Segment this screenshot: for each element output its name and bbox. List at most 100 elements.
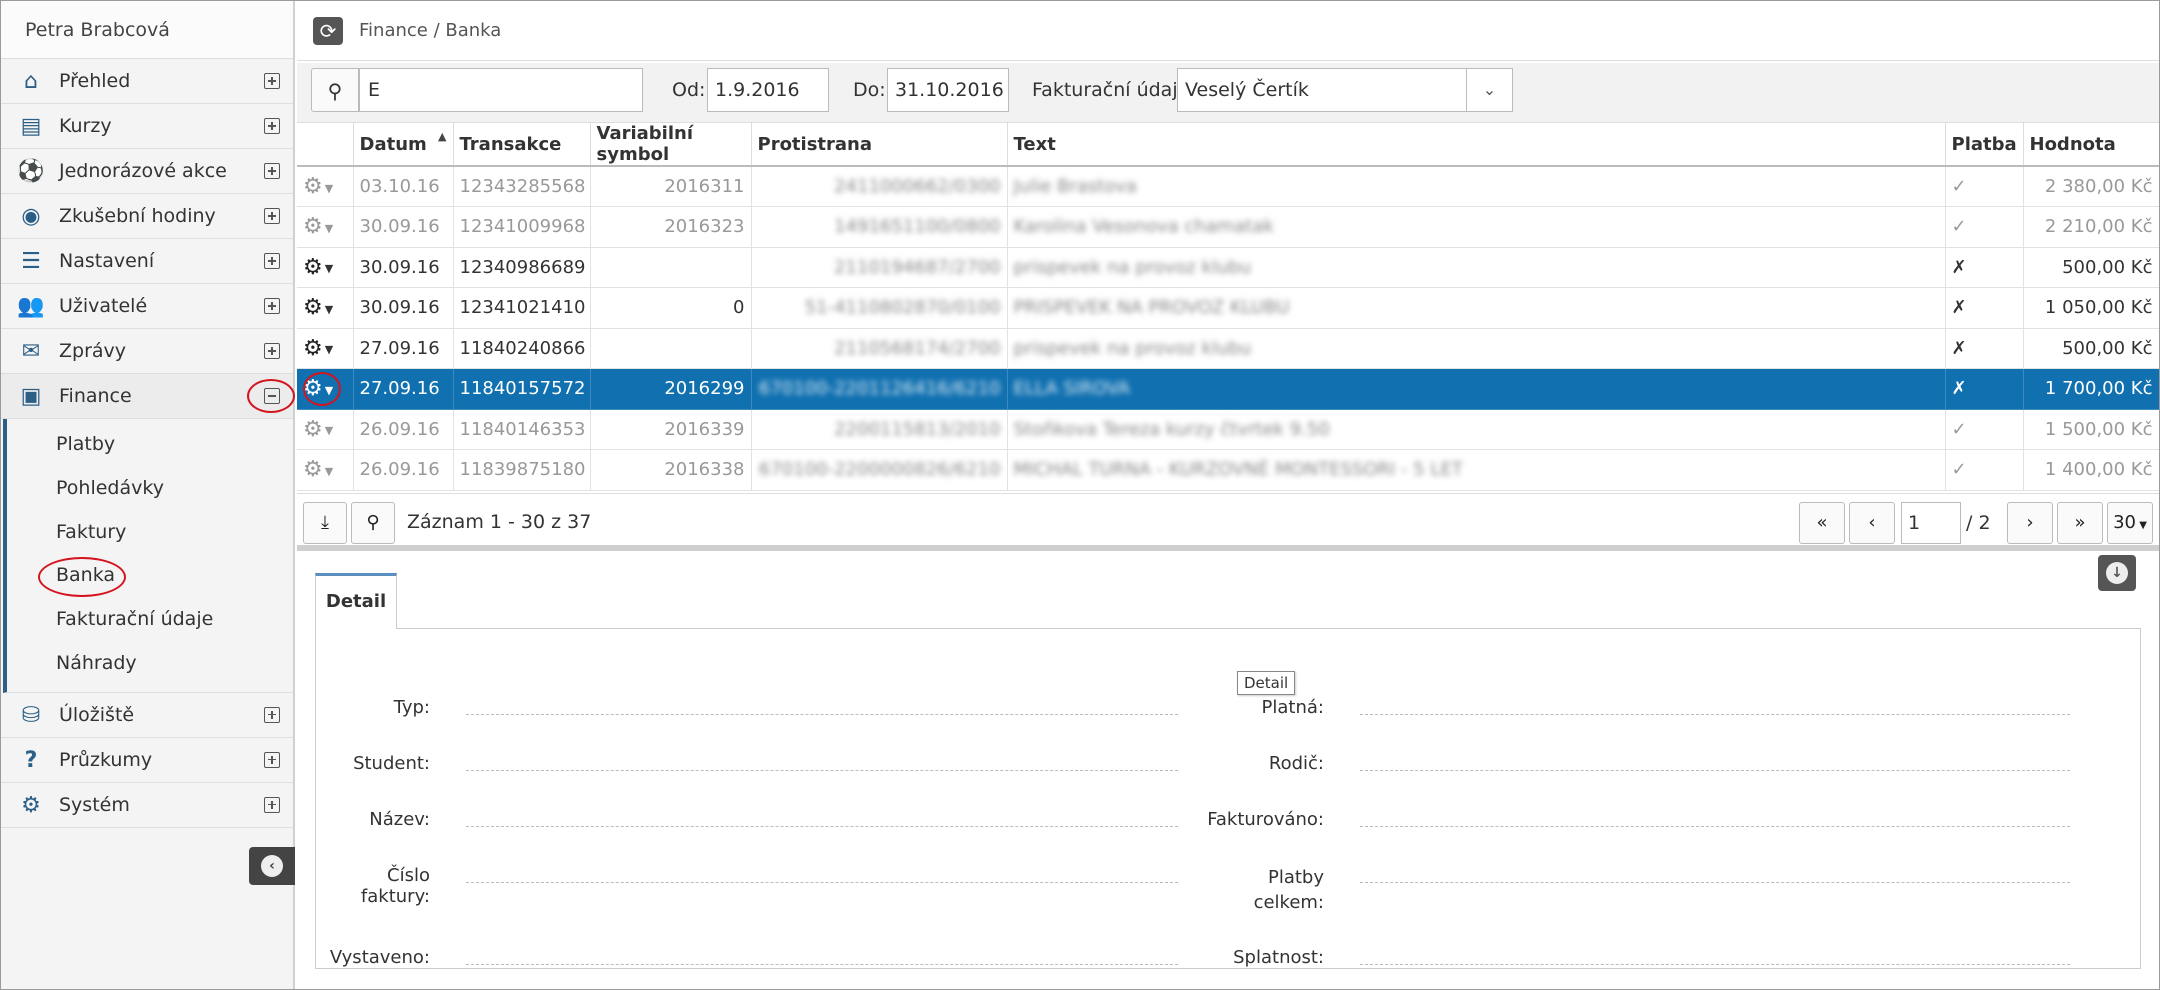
cell-protistrana: 2411000662/0300 (751, 166, 1008, 207)
nav-item-zpravy[interactable]: ✉ Zprávy (1, 329, 293, 374)
chevron-left-icon: ‹ (1868, 512, 1876, 533)
expand-icon[interactable] (264, 706, 280, 723)
column-header-label: Datum (359, 133, 427, 155)
detail-value-student (466, 769, 1178, 771)
nav-item-prehled[interactable]: ⌂ Přehled (1, 59, 293, 104)
home-icon: ⌂ (24, 69, 38, 94)
app-window: Petra Brabcová ⌂ Přehled ▤ Kurzy ⚽ Jedno… (0, 0, 2160, 990)
caret-down-icon: ▼ (324, 464, 334, 478)
table-row[interactable]: ⚙ ▼ 27.09.16 11840157572 2016299 670100-22011… (297, 368, 2159, 410)
row-actions-cell[interactable]: ⚙ ▼ (297, 368, 354, 410)
search-input[interactable]: E (359, 68, 643, 112)
nav-item-jednorazove-akce[interactable]: ⚽ Jednorázové akce (1, 149, 293, 194)
chevron-down-icon[interactable]: ⌄ (1466, 69, 1512, 111)
cell-value: 670100-2201126416/6210 (758, 378, 1001, 400)
first-page-button[interactable]: « (1799, 502, 1845, 544)
user-name[interactable]: Petra Brabcová (1, 1, 293, 59)
table-row[interactable]: ⚙ ▼ 30.09.16 12340986689 2110194687/2700 pris… (297, 247, 2159, 288)
nav-item-pruzkumy[interactable]: ? Průzkumy (1, 738, 293, 783)
row-actions-cell[interactable]: ⚙ ▼ (297, 247, 354, 288)
page-number-input[interactable]: 1 (1901, 502, 1961, 544)
cell-text: Julie Brastova (1007, 166, 1946, 207)
table-row[interactable]: ⚙ ▼ 27.09.16 11840240866 2110568174/2700 pris… (297, 328, 2159, 369)
nav-item-finance[interactable]: ▣ Finance (1, 374, 295, 419)
expand-icon[interactable] (264, 163, 280, 179)
row-actions-cell[interactable]: ⚙ ▼ (297, 409, 354, 450)
column-header-hodnota[interactable]: Hodnota (2023, 123, 2159, 167)
submenu-item-nahrady[interactable]: Náhrady (7, 642, 293, 686)
row-actions-cell[interactable]: ⚙ ▼ (297, 287, 354, 329)
cell-value: prispevek na provoz klubu (1013, 256, 1252, 278)
detail-value-nazev (466, 825, 1178, 827)
nav-item-zkusebni-hodiny[interactable]: ◉ Zkušební hodiny (1, 194, 293, 239)
table-body: ⚙ ▼ 03.10.16 12343285568 2016311 2411000662/0… (297, 166, 2159, 491)
next-page-button[interactable]: › (2007, 502, 2053, 544)
gear-icon: ⚙ (303, 174, 323, 199)
collapse-sidebar-button[interactable]: ‹ (249, 847, 295, 885)
column-header-datum[interactable]: Datum ▲ (353, 123, 454, 167)
expand-icon[interactable] (264, 796, 280, 813)
submenu-item-platby[interactable]: Platby (7, 423, 293, 467)
column-header-transakce[interactable]: Transakce (453, 123, 591, 167)
nav-item-uzivatele[interactable]: 👥 Uživatelé (1, 284, 293, 329)
submenu-item-pohledavky[interactable]: Pohledávky (7, 467, 293, 511)
table-header-row: Datum ▲ Transakce Variabilní symbol Proti… (297, 123, 2159, 167)
cell-datum: 30.09.16 (353, 247, 454, 288)
table-search-button[interactable]: ⚲ (351, 502, 395, 544)
tab-detail[interactable]: Detail (315, 573, 397, 629)
cell-text: prispevek na provoz klubu (1007, 247, 1946, 288)
submenu-item-banka[interactable]: Banka (7, 554, 293, 598)
table-row[interactable]: ⚙ ▼ 30.09.16 12341009968 2016323 1491651100/0… (297, 206, 2159, 248)
expand-icon[interactable] (264, 253, 280, 269)
table-row[interactable]: ⚙ ▼ 26.09.16 11839875180 2016338 670100-22000… (297, 449, 2159, 491)
page-size-select[interactable]: 30 ▼ (2107, 502, 2153, 544)
refresh-button[interactable]: ⟳ (313, 17, 343, 45)
envelope-icon: ✉ (21, 339, 41, 364)
detail-label-typ: Typ: (393, 697, 430, 718)
nav-item-nastaveni[interactable]: ☰ Nastavení (1, 239, 293, 284)
cell-transakce: 12341009968 (453, 206, 591, 248)
prev-page-button[interactable]: ‹ (1849, 502, 1895, 544)
row-actions-cell[interactable]: ⚙ ▼ (297, 328, 354, 369)
cell-platba: ✓ (1945, 409, 2024, 450)
row-actions-cell[interactable]: ⚙ ▼ (297, 206, 354, 248)
cell-value: PRISPEVEK NA PROVOZ KLUBU (1013, 297, 1290, 319)
last-page-button[interactable]: » (2057, 502, 2103, 544)
table-row[interactable]: ⚙ ▼ 03.10.16 12343285568 2016311 2411000662/0… (297, 166, 2159, 207)
cell-hodnota: 1 050,00 Kč (2023, 287, 2159, 329)
expand-icon[interactable] (264, 751, 280, 768)
table-row[interactable]: ⚙ ▼ 30.09.16 12341021410 0 51-4110802870/0100… (297, 287, 2159, 329)
column-header-platba[interactable]: Platba (1945, 123, 2024, 167)
nav-item-kurzy[interactable]: ▤ Kurzy (1, 104, 293, 149)
expand-icon[interactable] (264, 343, 280, 359)
bank-transactions-table: Datum ▲ Transakce Variabilní symbol Proti… (297, 123, 2159, 493)
search-icon: ⚲ (327, 79, 343, 103)
table-row[interactable]: ⚙ ▼ 26.09.16 11840146353 2016339 2200115813/2… (297, 409, 2159, 450)
search-button[interactable]: ⚲ (311, 68, 359, 112)
cell-transakce: 12343285568 (453, 166, 591, 207)
expand-icon[interactable] (264, 118, 280, 134)
gear-icon: ⚙ (303, 457, 323, 483)
submenu-item-fakturacni-udaje[interactable]: Fakturační údaje (7, 598, 293, 642)
cell-text: Stoñkova Tereza kurzy čtvrtek 9.50 (1007, 409, 1946, 450)
detail-label-student: Student: (353, 753, 430, 774)
cell-hodnota: 1 400,00 Kč (2023, 449, 2159, 491)
submenu-item-faktury[interactable]: Faktury (7, 511, 293, 555)
expand-icon[interactable] (264, 298, 280, 314)
fakturacni-udaje-select[interactable]: Veselý Čertík ⌄ (1177, 68, 1513, 112)
expand-icon[interactable] (264, 73, 280, 89)
expand-icon[interactable] (264, 208, 280, 224)
od-date-input[interactable]: 1.9.2016 (707, 68, 829, 112)
row-actions-cell[interactable]: ⚙ ▼ (297, 166, 354, 207)
cell-value: 1491651100/0800 (834, 216, 1001, 238)
sidebar: Petra Brabcová ⌂ Přehled ▤ Kurzy ⚽ Jedno… (1, 1, 295, 989)
column-header-variabilni-symbol[interactable]: Variabilní symbol (590, 123, 752, 167)
row-actions-cell[interactable]: ⚙ ▼ (297, 449, 354, 491)
column-header-protistrana[interactable]: Protistrana (751, 123, 1008, 167)
column-header-text[interactable]: Text (1007, 123, 1946, 167)
nav-item-uloziste[interactable]: ⛁ Úložiště (1, 693, 293, 738)
cell-value: 51-4110802870/0100 (804, 297, 1001, 319)
nav-item-system[interactable]: ⚙ Systém (1, 783, 293, 828)
do-date-input[interactable]: 31.10.2016 (887, 68, 1009, 112)
export-button[interactable]: ⤓ (303, 502, 347, 544)
